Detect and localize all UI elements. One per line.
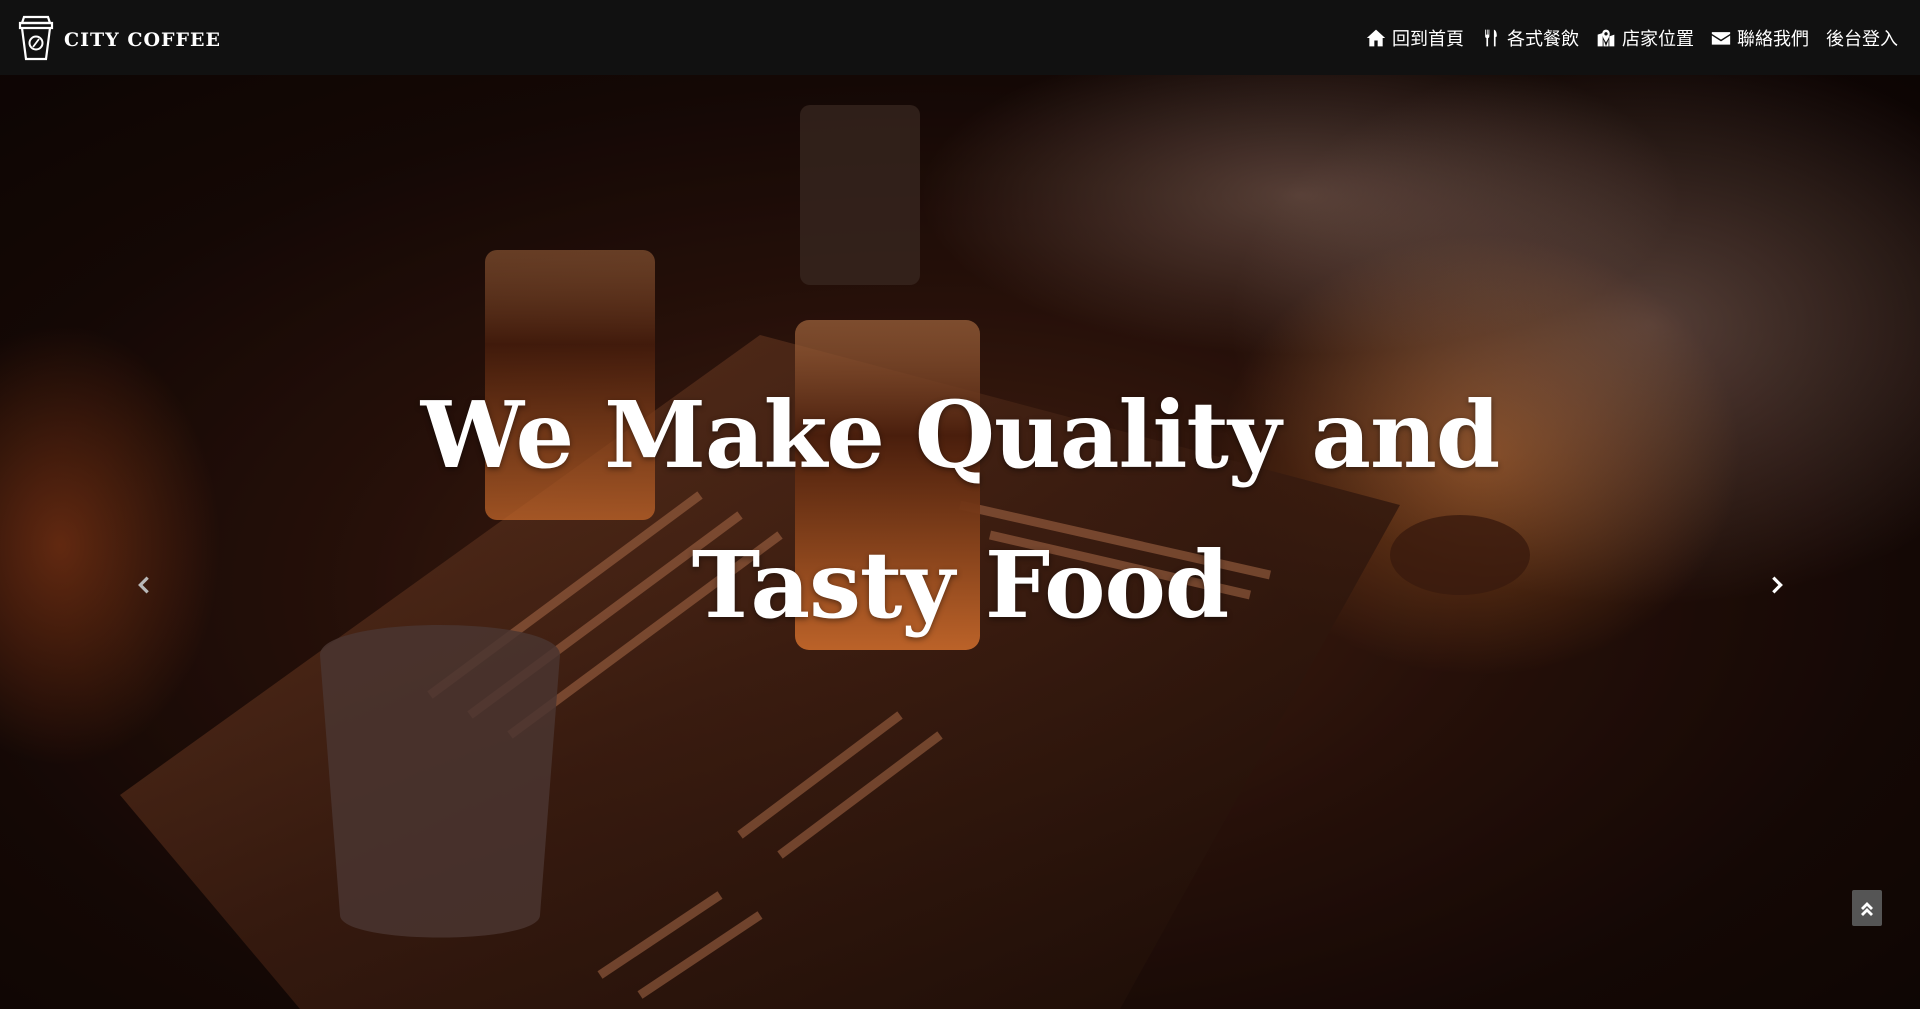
nav-item-label: 聯絡我們 [1737, 28, 1809, 50]
carousel-next-button[interactable] [1747, 555, 1807, 615]
double-chevron-up-icon [1861, 902, 1873, 916]
nav-item-menu[interactable]: 各式餐飲 [1481, 25, 1579, 51]
nav-item-home[interactable]: 回到首頁 [1366, 25, 1464, 51]
coffee-cup-icon [18, 15, 54, 61]
nav-menu: 回到首頁 各式餐飲 店家位置 聯絡我們 後台登入 [1349, 0, 1898, 75]
hero-heading-line1: We Make Quality and [420, 381, 1500, 489]
home-icon [1366, 29, 1386, 46]
nav-item-admin-login[interactable]: 後台登入 [1826, 25, 1898, 51]
cutlery-icon [1485, 29, 1497, 46]
brand-logo-link[interactable]: CITY COFFEE [14, 12, 221, 64]
hero-heading: We Make Quality and Tasty Food [360, 360, 1560, 660]
brand-name: CITY COFFEE [64, 29, 221, 51]
nav-item-label: 回到首頁 [1392, 28, 1464, 50]
map-marker-icon [1597, 29, 1615, 46]
nav-item-contact[interactable]: 聯絡我們 [1711, 25, 1809, 51]
carousel-prev-button[interactable] [114, 555, 174, 615]
chevron-right-icon [1772, 576, 1783, 594]
nav-item-location[interactable]: 店家位置 [1596, 25, 1694, 51]
envelope-icon [1711, 31, 1731, 45]
nav-item-label: 後台登入 [1826, 28, 1898, 50]
back-to-top-button[interactable] [1852, 890, 1882, 926]
nav-item-label: 店家位置 [1622, 28, 1694, 50]
chevron-left-icon [138, 576, 149, 594]
top-navbar: CITY COFFEE 回到首頁 各式餐飲 店家位置 聯絡我們 後台登入 [0, 0, 1920, 75]
hero-heading-line2: Tasty Food [691, 531, 1229, 639]
hero-carousel: We Make Quality and Tasty Food [0, 75, 1920, 1009]
nav-item-label: 各式餐飲 [1507, 28, 1579, 50]
